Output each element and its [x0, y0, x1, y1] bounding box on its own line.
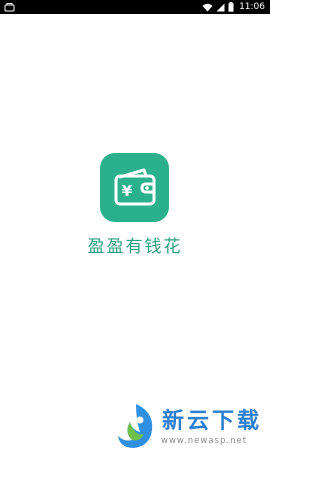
battery-icon — [228, 2, 234, 12]
watermark-title: 新云下载 — [162, 409, 263, 434]
status-time: 11:06 — [239, 2, 265, 12]
watermark: 新云下载 www.newasp.net — [110, 398, 270, 460]
splash-screen: 11:06 ¥ 盈盈有钱花 新云下载 www.newasp.net — [0, 0, 270, 480]
wallet-yen-icon: ¥ — [114, 168, 156, 206]
app-name: 盈盈有钱花 — [87, 237, 183, 257]
app-icon: ¥ — [100, 153, 169, 222]
status-bar: 11:06 — [0, 0, 270, 14]
signal-icon — [216, 3, 225, 12]
wifi-icon — [202, 3, 213, 12]
svg-text:¥: ¥ — [122, 182, 133, 200]
notification-icon — [4, 2, 15, 12]
newasp-logo-icon — [118, 404, 153, 448]
watermark-url: www.newasp.net — [161, 436, 248, 446]
